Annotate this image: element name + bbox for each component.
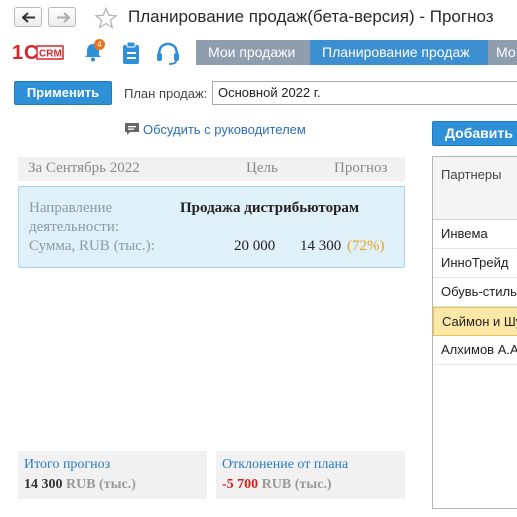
- tab-my-sales[interactable]: Мои продажи: [196, 40, 310, 65]
- goal-header: Цель: [246, 160, 278, 176]
- svg-text:1: 1: [12, 42, 23, 64]
- tasks-button[interactable]: [121, 41, 141, 68]
- notifications-button[interactable]: 4: [82, 39, 106, 65]
- discuss-link[interactable]: Обсудить с руководителем: [124, 122, 306, 137]
- deviation-value: -5 700: [222, 477, 259, 492]
- logo: 1 C CRM: [12, 41, 64, 65]
- total-forecast-unit: RUB (тыс.): [66, 477, 136, 492]
- discuss-link-label: Обсудить с руководителем: [143, 122, 306, 137]
- period-label: За Сентябрь 2022: [28, 160, 140, 176]
- sales-plan-label: План продаж:: [124, 86, 208, 101]
- table-row-selected[interactable]: Саймон и Шу: [433, 307, 517, 336]
- table-row[interactable]: Инвема: [433, 220, 517, 249]
- forecast-value: 14 300: [300, 238, 342, 254]
- tab-more[interactable]: Мо: [488, 40, 517, 65]
- total-forecast-title: Итого прогноз: [24, 457, 111, 472]
- arrow-right-icon: [57, 12, 70, 23]
- forecast-header: Прогноз: [334, 160, 388, 176]
- forecast-card[interactable]: Направление деятельности: Продажа дистри…: [18, 186, 405, 268]
- period-header: За Сентябрь 2022 Цель Прогноз: [18, 157, 405, 181]
- partners-table[interactable]: Партнеры Инвема ИнноТрейд Обувь-стиль Са…: [432, 156, 517, 509]
- forward-button[interactable]: [48, 7, 76, 27]
- deviation-unit: RUB (тыс.): [261, 477, 332, 492]
- back-button[interactable]: [14, 7, 42, 27]
- table-row[interactable]: Алхимов А.А: [433, 336, 517, 365]
- table-row[interactable]: ИнноТрейд: [433, 249, 517, 278]
- goal-value: 20 000: [234, 238, 276, 254]
- deviation-title: Отклонение от плана: [222, 457, 349, 472]
- headset-icon: [157, 42, 179, 65]
- total-forecast-panel: Итого прогноз 14 300 RUB (тыс.): [18, 451, 207, 499]
- apply-button[interactable]: Применить: [14, 81, 112, 105]
- table-row[interactable]: Обувь-стиль: [433, 278, 517, 307]
- sales-plan-field[interactable]: Основной 2022 г.: [212, 81, 517, 105]
- svg-text:CRM: CRM: [39, 49, 62, 60]
- clipboard-icon: [123, 41, 139, 64]
- notifications-badge: 4: [94, 39, 105, 50]
- direction-value: Продажа дистрибьюторам: [180, 200, 360, 216]
- arrow-left-icon: [22, 12, 35, 23]
- partners-column-header[interactable]: Партнеры: [433, 157, 517, 220]
- total-forecast-value: 14 300: [24, 477, 63, 492]
- comment-icon: [125, 123, 139, 135]
- support-button[interactable]: [155, 41, 181, 68]
- direction-label: Направление деятельности:: [29, 200, 120, 235]
- sum-label: Сумма, RUB (тыс.):: [29, 238, 155, 254]
- add-button[interactable]: Добавить: [432, 121, 517, 146]
- window-title: Планирование продаж(бета-версия) - Прогн…: [128, 7, 494, 26]
- forecast-percent: (72%): [347, 238, 385, 254]
- star-icon[interactable]: [94, 7, 118, 29]
- tab-sales-planning[interactable]: Планирование продаж: [310, 40, 488, 65]
- deviation-panel: Отклонение от плана -5 700 RUB (тыс.): [216, 451, 405, 499]
